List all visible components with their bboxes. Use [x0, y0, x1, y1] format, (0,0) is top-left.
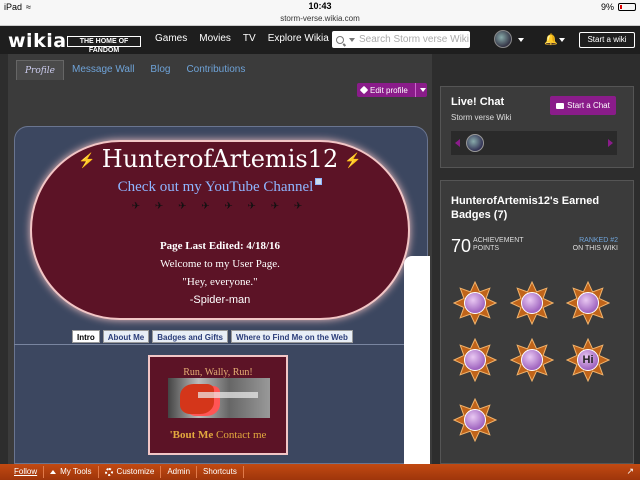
customize-link[interactable]: Customize: [99, 466, 162, 478]
external-link-icon: [315, 178, 323, 185]
welcome-text: Welcome to my User Page.: [160, 258, 280, 270]
youtube-link-text: Check out my YouTube Channel: [117, 179, 314, 195]
tab-blog[interactable]: Blog: [142, 60, 178, 80]
global-navigation: wikia THE HOME OF FANDOM Games Movies TV…: [0, 26, 640, 54]
tomato-icon: [464, 409, 486, 431]
chat-title: Live! Chat: [451, 96, 505, 108]
chevron-down-icon[interactable]: [518, 38, 524, 42]
username-text: HunterofArtemis12: [101, 145, 339, 173]
quill-icon: [464, 292, 486, 314]
search-input[interactable]: Search Storm verse Wiki: [332, 31, 470, 48]
badge-symbol: Hi: [582, 354, 594, 366]
battery-percent: 9%: [600, 2, 614, 12]
pencil-icon: [359, 85, 369, 94]
profile-subtabs: Intro About Me Badges and Gifts Where to…: [72, 330, 353, 343]
chevron-down-icon: [420, 88, 426, 92]
flash-image: [168, 378, 270, 418]
chevron-right-icon[interactable]: [608, 139, 613, 147]
badges-title: HunterofArtemis12's Earned Badges (7): [451, 195, 600, 221]
last-edited: Page Last Edited: 4/18/16: [159, 240, 281, 252]
rank-scope: ON THIS WIKI: [572, 245, 618, 252]
start-chat-button[interactable]: Start a Chat: [550, 96, 616, 115]
quote-attribution: -Spider-man: [189, 294, 251, 306]
subtabs-divider: [14, 344, 428, 345]
side-card: [404, 256, 430, 464]
start-wiki-button[interactable]: Start a wiki: [579, 32, 635, 48]
wikia-toolbar: Follow My Tools Customize Admin Shortcut…: [0, 464, 640, 480]
url-bar[interactable]: storm-verse.wikia.com: [0, 14, 640, 26]
status-time: 10:43: [308, 1, 332, 11]
pencil-icon: [521, 292, 543, 314]
quote-text: "Hey, everyone.": [182, 276, 258, 288]
bout-me-line: 'Bout Me Contact me: [148, 429, 288, 441]
status-right: 9%: [601, 2, 636, 12]
expand-icon[interactable]: ↗: [626, 466, 634, 477]
lightning-icon: ⚡: [78, 152, 96, 169]
my-tools-label: My Tools: [60, 467, 92, 476]
nav-explore[interactable]: Explore Wikia: [268, 33, 338, 44]
edit-profile-label: Edit profile: [357, 85, 415, 95]
badge-6[interactable]: Hi: [566, 338, 610, 382]
contact-me-link[interactable]: Contact me: [216, 429, 266, 441]
achievement-points-label: ACHIEVEMENT POINTS: [473, 237, 524, 253]
badge-2[interactable]: [510, 281, 554, 325]
calendar-icon: [521, 349, 543, 371]
badge-3[interactable]: [566, 281, 610, 325]
edit-profile-dropdown[interactable]: [415, 83, 427, 97]
tab-contributions[interactable]: Contributions: [178, 60, 253, 80]
badge-5[interactable]: [510, 338, 554, 382]
chat-user-avatar[interactable]: [466, 134, 484, 152]
bell-icon[interactable]: 🔔: [544, 33, 558, 46]
gear-icon: [104, 467, 113, 476]
subtab-where-to-find-me[interactable]: Where to Find Me on the Web: [231, 330, 353, 343]
nav-explore-label: Explore Wikia: [267, 33, 329, 44]
profile-username: ⚡ HunterofArtemis12 ⚡: [30, 145, 410, 173]
tab-profile[interactable]: Profile: [16, 60, 64, 80]
ap-label-line1: ACHIEVEMENT: [473, 237, 524, 244]
ap-label-line2: POINTS: [473, 245, 500, 252]
ios-status-bar: iPad ≈ 10:43 9%: [0, 0, 640, 14]
lightning-icon: ⚡: [344, 152, 362, 169]
chevron-down-icon[interactable]: [559, 38, 565, 42]
user-tabs: Profile Message Wall Blog Contributions: [10, 56, 253, 80]
subtab-about-me[interactable]: About Me: [102, 330, 150, 343]
edit-profile-button[interactable]: Edit profile: [357, 83, 427, 97]
search-placeholder: Search Storm verse Wiki: [359, 34, 470, 45]
subtab-badges-gifts[interactable]: Badges and Gifts: [152, 330, 229, 343]
tab-message-wall[interactable]: Message Wall: [64, 60, 142, 80]
chat-bubble-icon: [556, 102, 565, 109]
battery-icon: [618, 3, 636, 11]
sparkle-icon: [577, 292, 599, 314]
badge-4[interactable]: [453, 338, 497, 382]
nav-tv[interactable]: TV: [243, 33, 256, 44]
search-icon: [336, 35, 344, 44]
nav-games[interactable]: Games: [155, 33, 187, 44]
eraser-icon: [464, 349, 486, 371]
bout-me-label: 'Bout Me: [169, 429, 214, 441]
start-chat-label: Start a Chat: [567, 101, 610, 110]
youtube-link[interactable]: Check out my YouTube Channel: [30, 178, 410, 196]
customize-label: Customize: [116, 467, 155, 476]
nav-links: Games Movies TV Explore Wikia: [155, 33, 338, 44]
achievement-points-value: 70: [451, 236, 472, 256]
rank-link[interactable]: RANKED #2: [560, 237, 618, 244]
chevron-up-icon: [50, 469, 57, 474]
follow-link[interactable]: Follow: [0, 466, 45, 478]
nav-movies[interactable]: Movies: [199, 33, 231, 44]
bird-divider: ✈ ✈ ✈ ✈ ✈ ✈ ✈ ✈: [131, 201, 309, 212]
shortcuts-link[interactable]: Shortcuts: [197, 466, 244, 478]
wikia-logo[interactable]: wikia: [8, 30, 67, 52]
chat-wiki-name: Storm verse Wiki: [451, 113, 512, 122]
badge-7[interactable]: [453, 398, 497, 442]
chevron-left-icon[interactable]: [455, 139, 460, 147]
subtab-intro[interactable]: Intro: [72, 330, 100, 343]
badge-1[interactable]: [453, 281, 497, 325]
fandom-tagline: THE HOME OF FANDOM: [67, 36, 141, 54]
admin-link[interactable]: Admin: [161, 466, 198, 478]
edit-profile-text: Edit profile: [370, 85, 408, 95]
chevron-down-icon: [349, 37, 355, 42]
user-avatar[interactable]: [494, 30, 512, 48]
my-tools-menu[interactable]: My Tools: [44, 466, 99, 478]
flash-heading: Run, Wally, Run!: [183, 367, 253, 378]
